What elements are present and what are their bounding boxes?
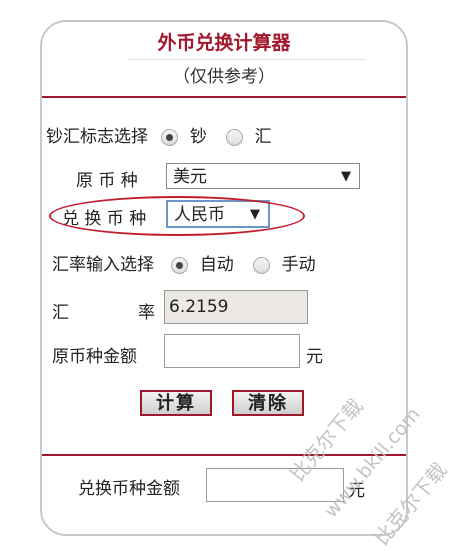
source-currency-label: 原 币 种	[76, 171, 138, 191]
amount-unit: 元	[306, 347, 323, 367]
title-divider	[128, 59, 366, 60]
radio-cash[interactable]	[161, 128, 179, 146]
rate-label-right: 率	[138, 303, 155, 323]
target-currency-select[interactable]: 人民币 ▼	[166, 200, 270, 228]
target-currency-value: 人民币	[174, 205, 225, 225]
clear-button[interactable]: 清除	[232, 390, 304, 416]
rate-label-left: 汇	[52, 303, 69, 323]
radio-auto-label: 自动	[199, 255, 234, 275]
cash-flag-row: 钞汇标志选择 钞 汇	[46, 122, 272, 147]
radio-remit[interactable]	[226, 128, 244, 146]
calculate-button[interactable]: 计算	[140, 390, 212, 416]
amount-label: 原币种金额	[52, 347, 137, 367]
target-currency-label: 兑 换 币 种	[62, 209, 147, 229]
result-field[interactable]	[206, 468, 344, 502]
window-title: 外币兑换计算器	[157, 32, 291, 54]
calculator-panel: 外币兑换计算器 （仅供参考） 钞汇标志选择 钞 汇 原 币 种 美元 ▼ 兑 换…	[40, 20, 408, 536]
dropdown-arrow-icon: ▼	[341, 169, 351, 184]
rate-mode-label: 汇率输入选择	[52, 255, 154, 275]
dropdown-arrow-icon: ▼	[250, 207, 260, 222]
radio-remit-label: 汇	[254, 127, 272, 147]
result-divider	[42, 454, 406, 456]
radio-manual-label: 手动	[281, 255, 316, 275]
header-divider	[42, 96, 406, 98]
window-subtitle: （仅供参考）	[173, 67, 275, 87]
radio-cash-label: 钞	[189, 127, 207, 147]
source-currency-select[interactable]: 美元 ▼	[166, 163, 360, 189]
amount-input[interactable]	[164, 334, 300, 368]
result-label: 兑换币种金额	[78, 479, 180, 499]
rate-mode-row: 汇率输入选择 自动 手动	[52, 250, 316, 275]
radio-manual[interactable]	[253, 256, 271, 274]
radio-auto[interactable]	[171, 256, 189, 274]
source-currency-value: 美元	[173, 167, 207, 187]
cash-flag-label: 钞汇标志选择	[46, 127, 148, 147]
rate-field[interactable]: 6.2159	[164, 290, 308, 324]
